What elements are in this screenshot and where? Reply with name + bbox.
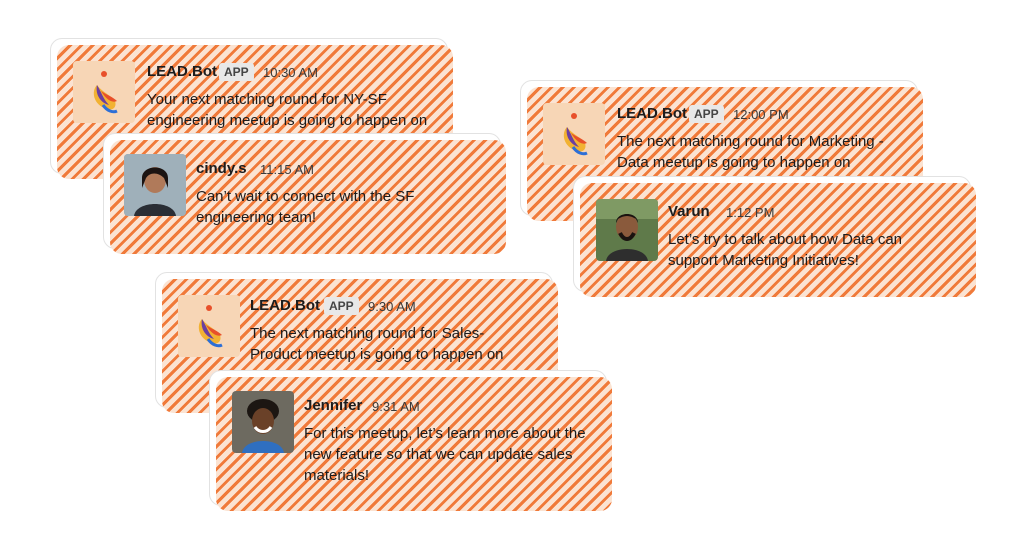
- lead-bot-logo-icon: [543, 103, 605, 165]
- reply-message-card-cindy: cindy.s 11:15 AM Can’t wait to connect w…: [103, 133, 506, 254]
- sender-name[interactable]: LEAD.Bot: [617, 105, 687, 122]
- message-text: The next matching round for Marketing - …: [617, 133, 884, 171]
- sender-name[interactable]: Varun: [668, 203, 710, 220]
- message-text: Let’s try to talk about how Data can sup…: [668, 231, 903, 269]
- message-text: For this meetup, let’s learn more about …: [304, 425, 586, 484]
- user-photo: [232, 391, 294, 453]
- timestamp[interactable]: 1:12 PM: [726, 205, 774, 220]
- message-text: Can’t wait to connect with the SF engine…: [196, 188, 415, 226]
- lead-bot-logo-icon: [73, 61, 135, 123]
- sender-name[interactable]: cindy.s: [196, 160, 247, 177]
- reply-message-card-jennifer: Jennifer 9:31 AM For this meetup, let’s …: [209, 370, 612, 511]
- timestamp[interactable]: 11:15 AM: [260, 162, 314, 177]
- sender-name[interactable]: LEAD.Bot: [147, 63, 217, 80]
- app-badge: APP: [689, 105, 724, 123]
- message-text: The next matching round for Sales-Produc…: [250, 325, 504, 363]
- user-photo: [124, 154, 186, 216]
- sender-name[interactable]: LEAD.Bot: [250, 297, 320, 314]
- message-text: Your next matching round for NY-SF engin…: [147, 91, 428, 129]
- reply-message-card-varun: Varun 1:12 PM Let’s try to talk about ho…: [573, 176, 976, 297]
- timestamp[interactable]: 9:30 AM: [368, 299, 416, 314]
- user-photo: [596, 199, 658, 261]
- sender-name[interactable]: Jennifer: [304, 397, 362, 414]
- timestamp[interactable]: 12:00 PM: [733, 107, 789, 122]
- timestamp[interactable]: 10:30 AM: [263, 65, 318, 80]
- app-badge: APP: [219, 63, 254, 81]
- timestamp[interactable]: 9:31 AM: [372, 399, 420, 414]
- app-badge: APP: [324, 297, 359, 315]
- lead-bot-logo-icon: [178, 295, 240, 357]
